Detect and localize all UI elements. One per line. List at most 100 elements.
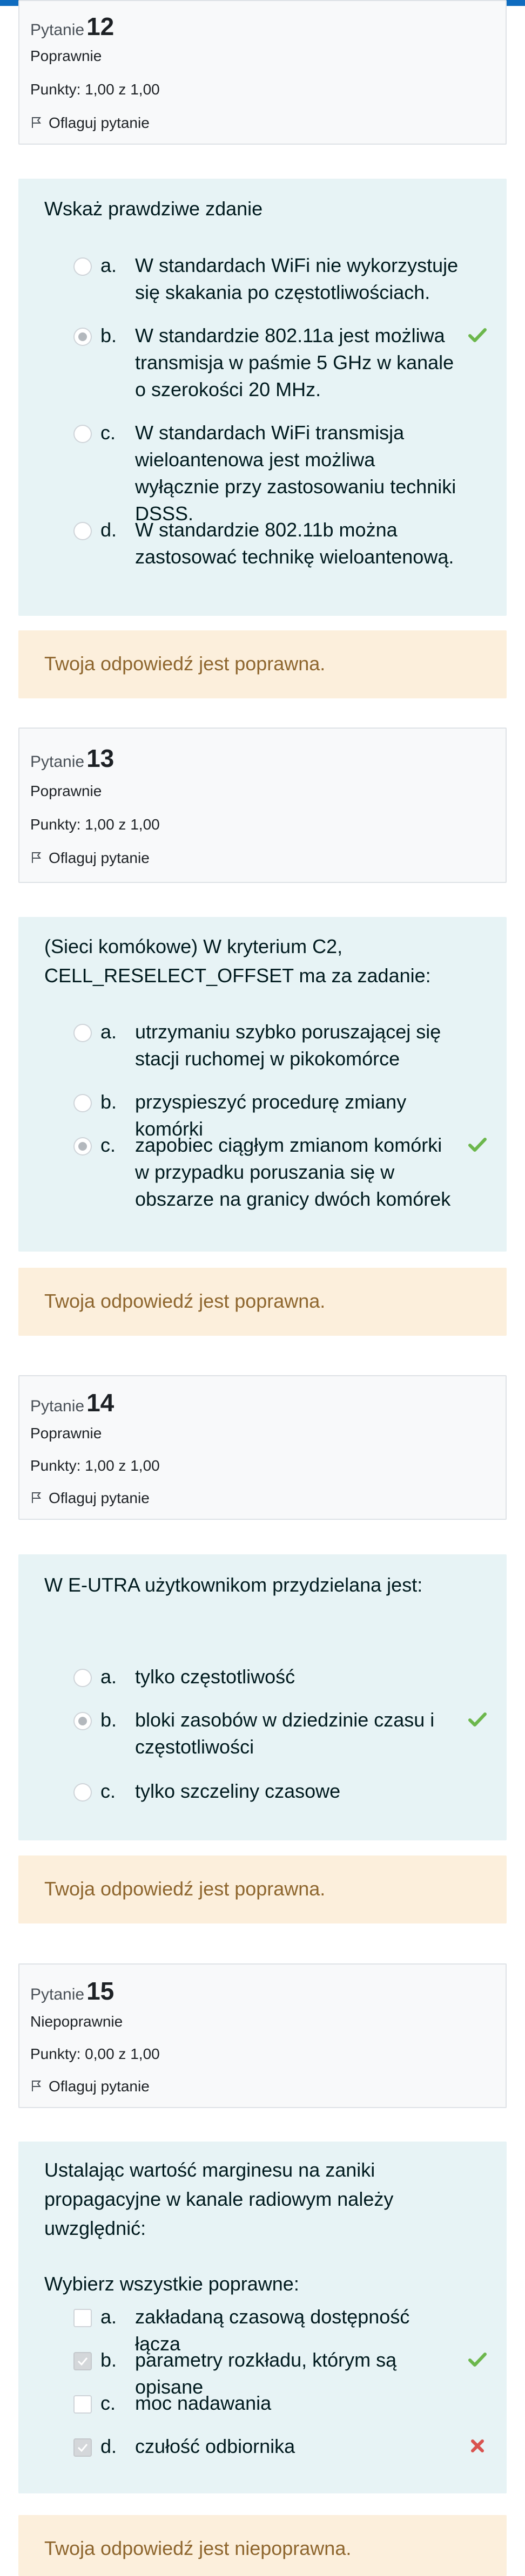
flag-icon xyxy=(32,117,42,128)
question-grade: Punkty: 1,00 z 1,00 xyxy=(30,816,160,833)
question-state: Poprawnie xyxy=(30,47,102,64)
answer-letter: a. xyxy=(100,2306,117,2328)
check-icon xyxy=(468,1138,487,1152)
question-text: Wskaż prawdziwe zdanie xyxy=(44,198,263,220)
answer-option[interactable]: c. tylko szczeliny czasowe xyxy=(56,1778,499,1805)
answer-checkbox-checked[interactable] xyxy=(73,2352,92,2370)
answer-letter: d. xyxy=(100,2435,117,2457)
answer-radio[interactable] xyxy=(73,257,92,276)
answer-option[interactable]: c. W standardach WiFi transmisja wieloan… xyxy=(56,419,499,525)
question-text: Ustalając wartość marginesu na zaniki pr… xyxy=(44,2159,394,2239)
answer-text: zapobiec ciągłym zmianom komórki w przyp… xyxy=(135,1134,451,1210)
question-info-13: Pytanie13 Poprawnie Punkty: 1,00 z 1,00 … xyxy=(18,728,507,883)
answer-letter: a. xyxy=(100,1021,117,1043)
feedback-text: Twoja odpowiedź jest poprawna. xyxy=(44,653,326,675)
question-number: Pytanie12 xyxy=(30,14,114,39)
answer-letter: a. xyxy=(100,1666,117,1688)
flag-label: Oflaguj pytanie xyxy=(49,2078,150,2095)
select-all-prompt: Wybierz wszystkie poprawne: xyxy=(44,2273,299,2295)
answer-option[interactable]: b. bloki zasobów w dziedzinie czasu i cz… xyxy=(56,1707,499,1761)
question-number: Pytanie15 xyxy=(30,1979,114,2003)
answer-checkbox[interactable] xyxy=(73,2395,92,2414)
question-number-value: 14 xyxy=(86,1389,115,1417)
answer-text: W standardzie 802.11b można zastosować t… xyxy=(135,519,454,568)
answer-option[interactable]: a. tylko częstotliwość xyxy=(56,1663,499,1690)
answer-text: moc nadawania xyxy=(135,2392,272,2414)
answer-letter: b. xyxy=(100,1091,117,1113)
answer-text: tylko szczeliny czasowe xyxy=(135,1780,341,1802)
question-info-12: Pytanie12 Poprawnie Punkty: 1,00 z 1,00 … xyxy=(18,0,507,145)
question-state: Niepoprawnie xyxy=(30,2013,123,2030)
answer-letter: a. xyxy=(100,254,117,276)
answer-option[interactable]: d. W standardzie 802.11b można zastosowa… xyxy=(56,516,499,570)
flag-question-link[interactable]: Oflaguj pytanie xyxy=(30,1491,150,1506)
question-label: Pytanie xyxy=(30,21,85,39)
question-formulation-14: W E-UTRA użytkownikom przydzielana jest:… xyxy=(18,1554,507,1840)
flag-label: Oflaguj pytanie xyxy=(49,849,150,866)
flag-question-link[interactable]: Oflaguj pytanie xyxy=(30,851,150,866)
answer-option[interactable]: b. parametry rozkładu, którym są opisane xyxy=(56,2347,499,2398)
answer-text: W standardach WiFi nie wykorzystuje się … xyxy=(135,254,459,303)
answer-option[interactable]: b. przyspieszyć procedurę zmiany komórki xyxy=(56,1089,499,1140)
question-number-value: 12 xyxy=(86,12,115,40)
answer-option[interactable]: c. zapobiec ciągłym zmianom komórki w pr… xyxy=(56,1132,499,1213)
question-formulation-15: Ustalając wartość marginesu na zaniki pr… xyxy=(18,2142,507,2493)
question-number-value: 13 xyxy=(86,744,115,772)
answer-option[interactable]: c. moc nadawania xyxy=(56,2390,499,2417)
answer-text: utrzymaniu szybko poruszającej się stacj… xyxy=(135,1021,441,1070)
question-number: Pytanie13 xyxy=(30,746,114,771)
answer-radio[interactable] xyxy=(73,1024,92,1042)
answer-text: czułość odbiornika xyxy=(135,2435,295,2457)
check-icon xyxy=(468,1712,487,1727)
feedback-text: Twoja odpowiedź jest poprawna. xyxy=(44,1290,326,1312)
answer-letter: c. xyxy=(100,422,116,444)
question-label: Pytanie xyxy=(30,1986,85,2003)
checkbox-check-icon xyxy=(77,2357,88,2366)
answer-letter: c. xyxy=(100,1780,116,1802)
answer-radio[interactable] xyxy=(73,1783,92,1802)
question-info-15: Pytanie15 Niepoprawnie Punkty: 0,00 z 1,… xyxy=(18,1963,507,2108)
cross-icon xyxy=(471,2439,484,2452)
feedback-box-15: Twoja odpowiedź jest niepoprawna. xyxy=(18,2515,507,2576)
answer-radio[interactable] xyxy=(73,522,92,540)
answer-radio[interactable] xyxy=(73,1669,92,1687)
feedback-text: Twoja odpowiedź jest poprawna. xyxy=(44,1878,326,1900)
answer-text: W standardach WiFi transmisja wieloanten… xyxy=(135,422,456,525)
feedback-text: Twoja odpowiedź jest niepoprawna. xyxy=(44,2537,352,2559)
answer-text: tylko częstotliwość xyxy=(135,1666,295,1688)
feedback-box-14: Twoja odpowiedź jest poprawna. xyxy=(18,1855,507,1923)
question-grade: Punkty: 0,00 z 1,00 xyxy=(30,2045,160,2062)
question-text: W E-UTRA użytkownikom przydzielana jest: xyxy=(44,1574,423,1596)
answer-letter: b. xyxy=(100,324,117,346)
flag-label: Oflaguj pytanie xyxy=(49,1490,150,1506)
answer-letter: d. xyxy=(100,519,117,541)
answer-radio[interactable] xyxy=(73,425,92,443)
checkbox-check-icon xyxy=(77,2444,88,2452)
question-grade: Punkty: 1,00 z 1,00 xyxy=(30,81,160,98)
answer-option[interactable]: d. czułość odbiornika xyxy=(56,2433,499,2460)
flag-icon xyxy=(32,2081,42,2091)
answer-radio[interactable] xyxy=(73,1094,92,1112)
flag-icon xyxy=(32,1492,42,1503)
answer-radio-selected[interactable] xyxy=(73,328,92,346)
answer-radio-selected[interactable] xyxy=(73,1712,92,1730)
answer-radio-selected[interactable] xyxy=(73,1137,92,1156)
answer-letter: b. xyxy=(100,2349,117,2371)
question-state: Poprawnie xyxy=(30,1425,102,1442)
question-info-14: Pytanie14 Poprawnie Punkty: 1,00 z 1,00 … xyxy=(18,1375,507,1520)
answer-option[interactable]: a. utrzymaniu szybko poruszającej się st… xyxy=(56,1018,499,1072)
check-icon xyxy=(468,328,487,342)
answer-checkbox-checked[interactable] xyxy=(73,2438,92,2457)
answer-text: bloki zasobów w dziedzinie czasu i częst… xyxy=(135,1709,435,1758)
flag-question-link[interactable]: Oflaguj pytanie xyxy=(30,115,150,131)
question-number: Pytanie14 xyxy=(30,1390,114,1415)
answer-option[interactable]: a. zakładaną czasową dostępność łącza xyxy=(56,2303,499,2355)
flag-question-link[interactable]: Oflaguj pytanie xyxy=(30,2079,150,2094)
question-text: (Sieci komókowe) W kryterium C2, CELL_RE… xyxy=(44,935,431,987)
flag-icon xyxy=(32,852,42,863)
answer-option[interactable]: a. W standardach WiFi nie wykorzystuje s… xyxy=(56,252,499,306)
answer-checkbox[interactable] xyxy=(73,2309,92,2327)
answer-letter: c. xyxy=(100,1134,116,1156)
answer-letter: c. xyxy=(100,2392,116,2414)
answer-option[interactable]: b. W standardzie 802.11a jest możliwa tr… xyxy=(56,322,499,403)
